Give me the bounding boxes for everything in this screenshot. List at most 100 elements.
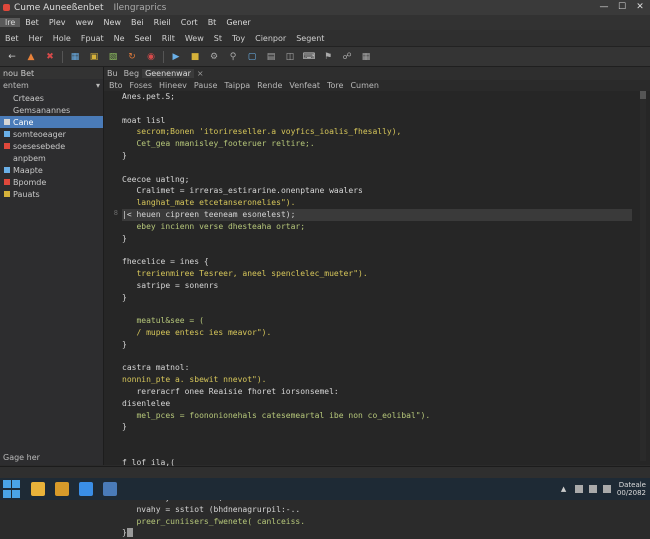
code-line[interactable]: } (122, 421, 632, 433)
browser-icon[interactable] (79, 482, 93, 496)
maximize-icon[interactable]: ☐ (616, 1, 628, 13)
chevron-down-icon[interactable]: ▾ (96, 81, 100, 90)
build-icon[interactable]: ◉ (144, 50, 158, 64)
menu-item[interactable]: Cienpor (250, 34, 291, 43)
minimize-icon[interactable]: — (598, 1, 610, 13)
back-icon[interactable]: ← (5, 50, 19, 64)
code-line[interactable]: meatul&see = ( (122, 315, 632, 327)
menu-item[interactable]: wew (71, 18, 99, 27)
run-icon[interactable]: ▲ (24, 50, 38, 64)
code-line[interactable]: } (122, 292, 632, 304)
code-line[interactable]: } (122, 527, 632, 539)
code-line[interactable]: satripe = sonenrs (122, 280, 632, 292)
settings-icon[interactable]: ⚙ (207, 50, 221, 64)
code-line[interactable]: ebey incienn verse dhesteaha ortar; (122, 221, 632, 233)
link-icon[interactable]: ☍ (340, 50, 354, 64)
code-line[interactable] (122, 433, 632, 445)
tree-item[interactable]: Pauats (0, 188, 103, 200)
start-icon[interactable] (3, 480, 21, 498)
code-line[interactable]: } (122, 150, 632, 162)
code-line[interactable]: mel_pces = foononionehals catesemeartal … (122, 410, 632, 422)
menu-item[interactable]: Rieil (149, 18, 176, 27)
clock[interactable]: Dateale 00/2082 (617, 481, 646, 497)
new-file-icon[interactable]: ▦ (68, 50, 82, 64)
tree-item-selected[interactable]: Cane (0, 116, 103, 128)
menu-item[interactable]: Hole (48, 34, 76, 43)
editor-tool[interactable]: Hineev (159, 81, 187, 90)
editor-tool[interactable]: Bto (109, 81, 123, 90)
editor-tool[interactable]: Cumen (350, 81, 378, 90)
code-line[interactable]: fhecelice = ines { (122, 256, 632, 268)
debug-icon[interactable]: ✖ (43, 50, 57, 64)
code-line[interactable]: langhat_mate etcetanseronelies"). (122, 197, 632, 209)
volume-icon[interactable] (588, 485, 597, 493)
grid-icon[interactable]: ▦ (359, 50, 373, 64)
menu-item[interactable]: Rilt (157, 34, 180, 43)
code-line[interactable]: } (122, 233, 632, 245)
menu-item[interactable]: Fpuat (76, 34, 109, 43)
editor-tool[interactable]: Tore (327, 81, 343, 90)
editor-app-icon[interactable] (103, 482, 117, 496)
code-line[interactable]: castra matnol: (122, 362, 632, 374)
code-line[interactable]: disenlelee (122, 398, 632, 410)
code-line[interactable] (122, 103, 632, 115)
folder-icon[interactable] (55, 482, 69, 496)
window-icon[interactable]: ▢ (245, 50, 259, 64)
code-line[interactable] (122, 244, 632, 256)
tab-active[interactable]: Geenenwar (142, 69, 194, 78)
menu-item[interactable]: Cort (176, 18, 203, 27)
code-line[interactable]: trerienmiree Tesreer, aneel spenclelec_m… (122, 268, 632, 280)
menu-item[interactable]: lre (0, 18, 21, 27)
editor-tool[interactable]: Taippa (224, 81, 250, 90)
code-line[interactable]: rereracrf onee Reaisie fhoret iorsonseme… (122, 386, 632, 398)
tree-item[interactable]: anpbem (0, 152, 103, 164)
menu-item[interactable]: Bt (203, 18, 222, 27)
network-icon[interactable] (574, 485, 583, 493)
code-line[interactable] (122, 351, 632, 363)
terminal-icon[interactable]: ⌨ (302, 50, 316, 64)
menu-item[interactable]: St (209, 34, 227, 43)
code-line[interactable]: Cralimet = irreras_estirarine.onenptane … (122, 185, 632, 197)
explorer-icon[interactable] (31, 482, 45, 496)
stop-icon[interactable]: ■ (188, 50, 202, 64)
scrollbar-thumb[interactable] (640, 91, 646, 99)
code-line[interactable]: secrom;Bonen 'itorireseller.a voyfics_io… (122, 126, 632, 138)
tree-item[interactable]: somteoeager (0, 128, 103, 140)
code-line[interactable]: Anes.pet.S; (122, 91, 632, 103)
tree-item[interactable]: Maapte (0, 164, 103, 176)
menu-item[interactable]: Toy (227, 34, 250, 43)
battery-icon[interactable] (602, 485, 611, 493)
split-icon[interactable]: ◫ (283, 50, 297, 64)
menu-item[interactable]: Gener (221, 18, 255, 27)
menu-item[interactable]: Bet (0, 34, 24, 43)
code-line[interactable]: moat lisl (122, 115, 632, 127)
open-icon[interactable]: ▣ (87, 50, 101, 64)
editor-tool[interactable]: Foses (130, 81, 152, 90)
menu-item[interactable]: Her (24, 34, 48, 43)
save-icon[interactable]: ▧ (106, 50, 120, 64)
menu-item[interactable]: Bet (20, 18, 44, 27)
tree-item[interactable]: Crteaes (0, 92, 103, 104)
code-line[interactable]: Ceecoe uatlng; (122, 174, 632, 186)
editor-tool[interactable]: Pause (194, 81, 218, 90)
tab-prefix-icon[interactable]: Bu (104, 69, 121, 78)
code-line[interactable] (122, 303, 632, 315)
tab-file[interactable]: Beg (121, 69, 143, 78)
menu-item[interactable]: Ne (109, 34, 130, 43)
code-line[interactable]: preer_cuniisers_fwenete( canlceiss. (122, 516, 632, 528)
code-line[interactable]: |< heuen cipreen teeneam esonelest); (122, 208, 632, 221)
tree-item[interactable]: Bpomde (0, 176, 103, 188)
step-icon[interactable]: ▶ (169, 50, 183, 64)
tree-item[interactable]: soesesebede (0, 140, 103, 152)
code-line[interactable]: nvahy = sstiot (bhdnenagrurpil:-.. (122, 504, 632, 516)
close-icon[interactable]: ✕ (634, 1, 646, 13)
menu-item[interactable]: Seel (130, 34, 157, 43)
chevron-up-icon[interactable]: ▲ (561, 485, 569, 493)
code-line[interactable]: } (122, 339, 632, 351)
refresh-icon[interactable]: ↻ (125, 50, 139, 64)
tab-close-icon[interactable]: × (194, 69, 207, 78)
tree-item[interactable]: Gemsanannes (0, 104, 103, 116)
code-line[interactable]: Cet_gea nmanisley_footeruer reltire;. (122, 138, 632, 150)
menu-item[interactable]: Bei (126, 18, 149, 27)
menu-item[interactable]: Plev (44, 18, 71, 27)
